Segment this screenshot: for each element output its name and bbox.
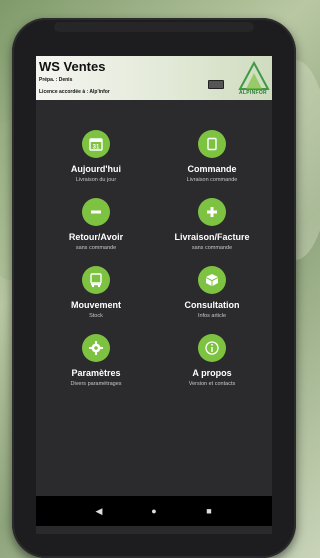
cart-icon: [82, 266, 110, 294]
menu-item-subtitle: Livraison commande: [186, 177, 238, 183]
home-button[interactable]: ●: [134, 496, 174, 526]
device-bumper: [54, 22, 254, 32]
menu-item-aujourdhui[interactable]: 31 Aujourd'hui Livraison du jour: [41, 130, 151, 183]
menu-item-commande[interactable]: Commande Livraison commande: [157, 130, 267, 183]
phone-screen: WS Ventes Prépa. : Denis Licence accordé…: [36, 56, 272, 534]
menu-item-retour-avoir[interactable]: Retour/Avoir sans commande: [41, 198, 151, 251]
gear-icon: [82, 334, 110, 362]
recent-apps-button[interactable]: ■: [189, 496, 229, 526]
menu-item-a-propos[interactable]: A propos Version et contacts: [157, 334, 267, 387]
back-button[interactable]: ◀: [79, 496, 119, 526]
calendar-day: 31: [93, 145, 100, 151]
preparer-label: Prépa. : Denis: [39, 77, 73, 83]
back-icon: ◀: [95, 505, 103, 516]
menu-item-title: Paramètres: [71, 368, 121, 378]
menu-item-subtitle: Livraison du jour: [75, 177, 117, 183]
menu-item-subtitle: Stock: [89, 313, 103, 319]
minus-icon: [82, 198, 110, 226]
menu-item-parametres[interactable]: Paramètres Divers paramétrages: [41, 334, 151, 387]
home-icon: ●: [151, 506, 157, 516]
menu-item-subtitle: Version et contacts: [188, 381, 236, 387]
cube-icon: [198, 266, 226, 294]
app-header: WS Ventes Prépa. : Denis Licence accordé…: [36, 56, 272, 100]
menu-item-title: Mouvement: [70, 300, 121, 310]
calendar-icon: 31: [82, 130, 110, 158]
menu-item-title: Aujourd'hui: [70, 164, 122, 174]
document-icon: [198, 130, 226, 158]
menu-item-subtitle: Infos article: [197, 313, 227, 319]
logo-text: ALPINFOR: [239, 90, 267, 96]
device-status-icon: [208, 80, 224, 89]
menu-item-subtitle: sans commande: [75, 245, 117, 251]
menu-item-title: Consultation: [184, 300, 240, 310]
menu-item-title: A propos: [192, 368, 232, 378]
menu-item-mouvement[interactable]: Mouvement Stock: [41, 266, 151, 319]
menu-item-title: Retour/Avoir: [68, 232, 124, 242]
menu-item-subtitle: Divers paramétrages: [70, 381, 122, 387]
licence-label: Licence accordée à : Alp'infor: [39, 89, 110, 95]
plus-icon: [198, 198, 226, 226]
app-title: WS Ventes: [39, 59, 106, 74]
android-nav-bar: ◀ ● ■: [36, 496, 272, 526]
menu-item-title: Commande: [187, 164, 237, 174]
phone-device: WS Ventes Prépa. : Denis Licence accordé…: [12, 18, 296, 558]
menu-item-title: Livraison/Facture: [174, 232, 250, 242]
main-menu: 31 Aujourd'hui Livraison du jour Command…: [36, 100, 272, 496]
menu-item-subtitle: sans commande: [191, 245, 233, 251]
info-icon: [198, 334, 226, 362]
menu-item-livraison-facture[interactable]: Livraison/Facture sans commande: [157, 198, 267, 251]
menu-item-consultation[interactable]: Consultation Infos article: [157, 266, 267, 319]
recent-apps-icon: ■: [206, 506, 212, 516]
